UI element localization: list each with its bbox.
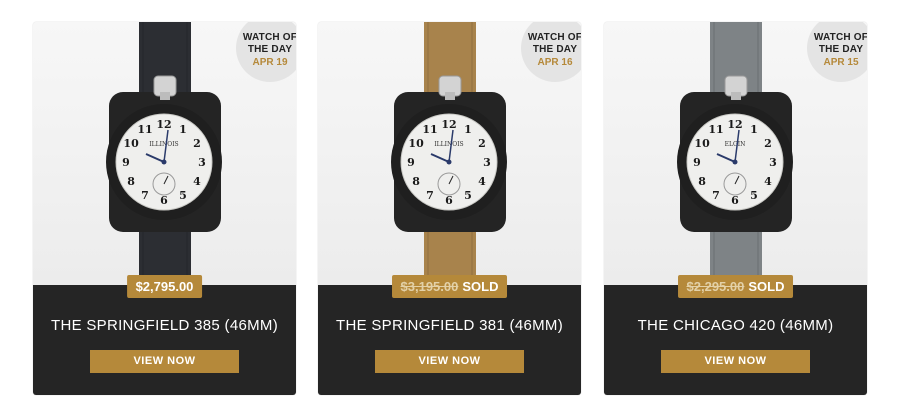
dial-numeral: 11 [422, 123, 437, 136]
dial-numeral: 11 [137, 123, 152, 136]
dial-numeral: 6 [731, 194, 739, 207]
product-title[interactable]: THE CHICAGO 420 (46MM) [604, 317, 867, 334]
dial-numeral: 2 [478, 137, 486, 150]
product-card-3[interactable]: 12 1 2 3 4 5 6 7 8 9 10 11 ELGIN WATCH OF THE DAY AP… [604, 22, 867, 395]
dial-numeral: 10 [123, 137, 139, 150]
dial-numeral: 8 [412, 175, 420, 188]
product-title[interactable]: THE SPRINGFIELD 385 (46MM) [33, 317, 296, 334]
dial-numeral: 9 [407, 156, 415, 169]
dial-numeral: 4 [764, 175, 772, 188]
dial-brand: ILLINOIS [434, 141, 463, 148]
dial-numeral: 1 [179, 123, 187, 136]
badge-date: APR 19 [252, 57, 288, 68]
badge-line-1: WATCH OF [813, 32, 867, 43]
dial-numeral: 5 [750, 189, 758, 202]
dial-numeral: 3 [198, 156, 206, 169]
dial-numeral: 12 [727, 118, 742, 131]
product-info-panel [604, 285, 867, 395]
dial-numeral: 1 [464, 123, 472, 136]
price-tag: $3,195.00 SOLD [391, 275, 508, 298]
dial-numeral: 12 [156, 118, 171, 131]
dial-numeral: 7 [712, 189, 720, 202]
dial-numeral: 2 [193, 137, 201, 150]
dial-brand: ELGIN [725, 141, 746, 148]
dial-numeral: 10 [694, 137, 710, 150]
product-card-2[interactable]: 12 1 2 3 4 5 6 7 8 9 10 11 ILLINOIS WATCH OF THE DAY… [318, 22, 581, 395]
dial-numeral: 6 [160, 194, 168, 207]
badge-line-2: THE DAY [532, 44, 578, 55]
dial-numeral: 3 [769, 156, 777, 169]
price: $2,295.00 [686, 279, 745, 294]
dial-numeral: 8 [127, 175, 135, 188]
dial-numeral: 12 [441, 118, 456, 131]
badge-line-2: THE DAY [247, 44, 293, 55]
dial-numeral: 1 [750, 123, 758, 136]
product-title[interactable]: THE SPRINGFIELD 381 (46MM) [318, 317, 581, 334]
dial-numeral: 4 [193, 175, 201, 188]
view-now-button[interactable]: VIEW NOW [661, 350, 810, 373]
dial-numeral: 7 [141, 189, 149, 202]
dial-brand: ILLINOIS [149, 141, 178, 148]
sold-label: SOLD [462, 279, 499, 294]
dial-numeral: 9 [693, 156, 701, 169]
badge-line-1: WATCH OF [527, 32, 581, 43]
badge-date: APR 15 [823, 57, 859, 68]
dial-numeral: 8 [698, 175, 706, 188]
product-card-1[interactable]: 12 1 2 3 4 5 6 7 8 9 10 11 ILLINOIS WATCH OF THE DAY… [33, 22, 296, 395]
sold-label: SOLD [748, 279, 785, 294]
dial-numeral: 9 [122, 156, 130, 169]
dial-numeral: 11 [708, 123, 723, 136]
view-now-button[interactable]: VIEW NOW [90, 350, 239, 373]
badge-line-1: WATCH OF [242, 32, 296, 43]
dial-numeral: 5 [179, 189, 187, 202]
dial-numeral: 5 [464, 189, 472, 202]
dial-numeral: 4 [478, 175, 486, 188]
product-info-panel [33, 285, 296, 395]
price-tag: $2,295.00 SOLD [677, 275, 794, 298]
price: $2,795.00 [135, 279, 194, 294]
price-tag: $2,795.00 [126, 275, 203, 298]
price: $3,195.00 [400, 279, 459, 294]
product-info-panel [318, 285, 581, 395]
view-now-button[interactable]: VIEW NOW [375, 350, 524, 373]
dial-numeral: 10 [408, 137, 424, 150]
badge-line-2: THE DAY [818, 44, 864, 55]
dial-numeral: 6 [445, 194, 453, 207]
badge-date: APR 16 [537, 57, 573, 68]
dial-numeral: 3 [483, 156, 491, 169]
dial-numeral: 2 [764, 137, 772, 150]
dial-numeral: 7 [426, 189, 434, 202]
